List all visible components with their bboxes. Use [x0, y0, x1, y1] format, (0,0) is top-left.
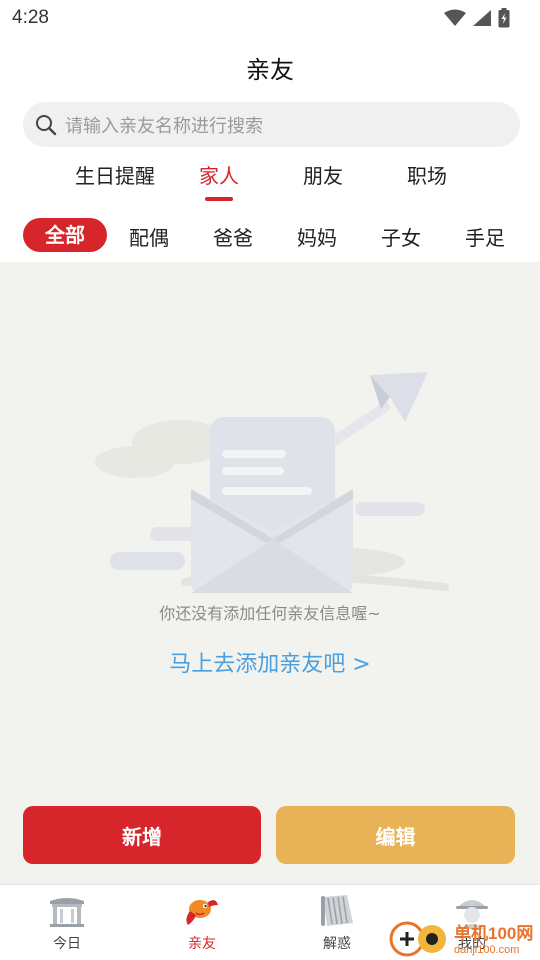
nav-label-relatives: 亲友	[188, 936, 216, 952]
koi-fish-icon	[186, 900, 218, 925]
edit-button[interactable]: 编辑	[276, 806, 515, 864]
tab-workplace[interactable]: 职场	[407, 160, 447, 189]
wifi-icon	[444, 9, 466, 26]
search-input[interactable]: 请输入亲友名称进行搜索	[23, 102, 520, 147]
status-time: 4:28	[12, 7, 49, 28]
nav-item-today[interactable]: 今日	[27, 893, 107, 953]
add-relative-link[interactable]: 马上去添加亲友吧 >	[0, 646, 540, 678]
content-area: 你还没有添加任何亲友信息喔~ 马上去添加亲友吧 > 新增 编辑	[0, 262, 540, 884]
gate-icon	[50, 898, 84, 927]
status-icons	[444, 8, 510, 28]
tab-birthday-reminder[interactable]: 生日提醒	[75, 160, 155, 189]
category-tabs: 生日提醒 家人 朋友 职场	[0, 160, 540, 206]
filter-siblings[interactable]: 手足	[465, 222, 505, 251]
filter-father[interactable]: 爸爸	[213, 222, 253, 251]
filter-spouse[interactable]: 配偶	[129, 222, 169, 251]
nav-item-relatives[interactable]: 亲友	[162, 893, 242, 953]
status-bar: 4:28	[0, 0, 540, 36]
watermark-logo-icon	[389, 921, 446, 957]
search-icon	[36, 114, 57, 135]
search-placeholder: 请输入亲友名称进行搜索	[65, 115, 263, 137]
add-button[interactable]: 新增	[23, 806, 261, 864]
tab-friends[interactable]: 朋友	[303, 160, 343, 189]
empty-state-message: 你还没有添加任何亲友信息喔~	[159, 604, 381, 623]
relation-filter-tabs: 全部 配偶 爸爸 妈妈 子女 手足	[0, 218, 540, 254]
tab-family[interactable]: 家人	[199, 160, 239, 189]
filter-all[interactable]: 全部	[23, 218, 107, 252]
nav-item-answers[interactable]: 解惑	[297, 893, 377, 953]
active-tab-indicator	[205, 197, 233, 201]
nav-label-answers: 解惑	[323, 936, 351, 952]
site-watermark: 单机100网 danji100.com	[388, 914, 540, 960]
watermark-url: danji100.com	[454, 943, 520, 956]
cellular-signal-icon	[473, 10, 491, 26]
filter-mother[interactable]: 妈妈	[297, 222, 337, 251]
nav-label-today: 今日	[53, 936, 81, 952]
empty-envelope-illustration	[95, 372, 449, 593]
filter-children[interactable]: 子女	[381, 222, 421, 251]
scroll-icon	[321, 895, 353, 926]
watermark-title: 单机100网	[454, 923, 534, 943]
page-title: 亲友	[246, 56, 294, 84]
battery-icon	[498, 8, 510, 28]
